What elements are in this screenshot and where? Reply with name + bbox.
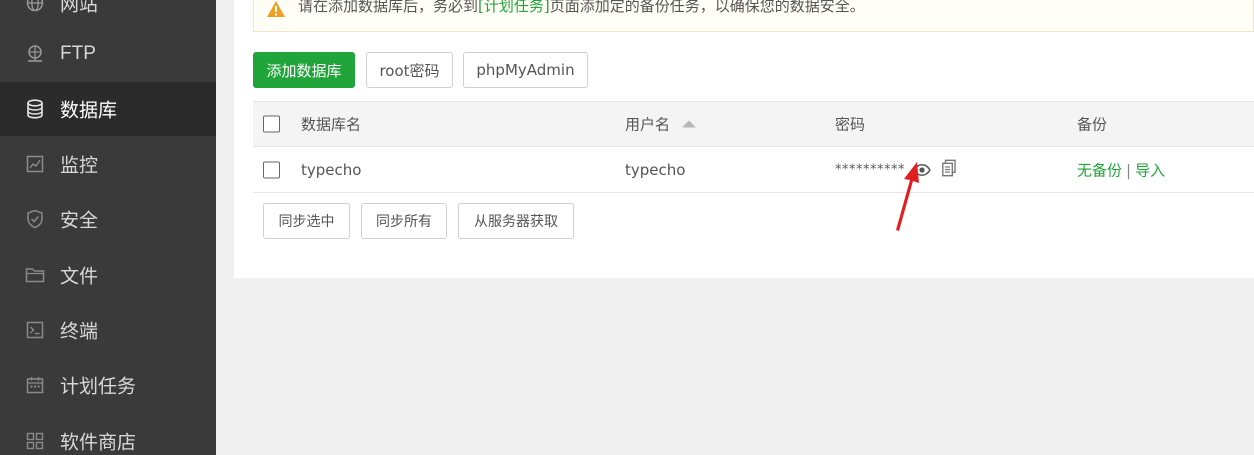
fetch-from-server-button[interactable]: 从服务器获取 <box>458 203 574 239</box>
database-icon <box>25 99 45 119</box>
sidebar-item-label: 安全 <box>60 209 99 232</box>
select-all-checkbox[interactable] <box>263 115 280 133</box>
phpmyadmin-button[interactable]: phpMyAdmin <box>463 52 588 88</box>
sidebar-item-label: 监控 <box>60 154 99 177</box>
grid-icon <box>25 431 45 451</box>
column-header-user-label: 用户名 <box>625 115 671 134</box>
sidebar-item-website[interactable]: 网站 <box>0 0 216 30</box>
db-name: typecho <box>301 160 362 179</box>
add-database-button[interactable]: 添加数据库 <box>253 52 355 88</box>
root-password-button[interactable]: root密码 <box>366 52 453 88</box>
notice-text-after: 页面添加定的备份任务，以确保您的数据安全。 <box>549 0 865 15</box>
db-user: typecho <box>625 160 686 179</box>
row-checkbox[interactable] <box>263 161 280 178</box>
folder-icon <box>25 265 45 285</box>
calendar-icon <box>25 375 45 395</box>
sidebar-item-store[interactable]: 软件商店 <box>0 414 216 455</box>
warning-icon <box>266 0 286 18</box>
sidebar-item-label: 软件商店 <box>60 431 137 454</box>
sidebar-item-label: 数据库 <box>60 99 118 122</box>
column-header-name[interactable]: 数据库名 <box>301 114 361 135</box>
cron-link[interactable]: [计划任务] <box>478 0 550 15</box>
sidebar-item-terminal[interactable]: 终端 <box>0 303 216 357</box>
sidebar-item-cron[interactable]: 计划任务 <box>0 358 216 412</box>
sidebar-item-files[interactable]: 文件 <box>0 248 216 302</box>
column-header-backup: 备份 <box>1077 115 1108 134</box>
sync-all-button[interactable]: 同步所有 <box>361 203 447 239</box>
globe-icon <box>25 0 45 13</box>
sidebar-item-label: FTP <box>60 43 96 64</box>
sidebar-item-label: 网站 <box>60 0 99 16</box>
monitor-icon <box>25 154 45 174</box>
sidebar-item-ftp[interactable]: FTP <box>0 27 216 81</box>
annotation-arrow-icon <box>896 162 919 231</box>
separator: | <box>1126 161 1132 179</box>
sidebar-item-label: 计划任务 <box>60 375 137 398</box>
sidebar-item-monitor[interactable]: 监控 <box>0 137 216 191</box>
import-link[interactable]: 导入 <box>1135 161 1165 179</box>
sort-asc-icon[interactable] <box>682 120 697 128</box>
table-header: 数据库名 用户名 密码 备份 <box>253 101 1254 147</box>
sidebar-item-label: 终端 <box>60 320 99 343</box>
sync-selected-button[interactable]: 同步选中 <box>263 203 350 239</box>
sidebar-item-database[interactable]: 数据库 <box>0 82 216 136</box>
notice-text: 请在添加数据库后，务必到[计划任务]页面添加定的备份任务，以确保您的数据安全。 <box>298 0 865 16</box>
table-row: typecho typecho ********** 无备份 | 导入 <box>253 147 1254 193</box>
copy-password-icon[interactable] <box>942 159 956 180</box>
sidebar-item-label: 文件 <box>60 265 99 288</box>
column-header-password: 密码 <box>835 115 866 134</box>
terminal-icon <box>25 320 45 340</box>
backup-cell: 无备份 | 导入 <box>1077 159 1165 180</box>
notice-text-before: 请在添加数据库后，务必到 <box>298 0 479 15</box>
shield-icon <box>25 209 45 229</box>
sidebar-item-security[interactable]: 安全 <box>0 192 216 246</box>
sidebar: 网站 FTP 数据库 监控 安全 文件 终端 计划任务 软件商店 <box>0 0 216 455</box>
backup-notice: 请在添加数据库后，务必到[计划任务]页面添加定的备份任务，以确保您的数据安全。 <box>253 0 1254 32</box>
no-backup-link[interactable]: 无备份 <box>1077 161 1122 179</box>
column-header-user[interactable]: 用户名 <box>625 114 697 135</box>
ftp-icon <box>25 44 45 64</box>
